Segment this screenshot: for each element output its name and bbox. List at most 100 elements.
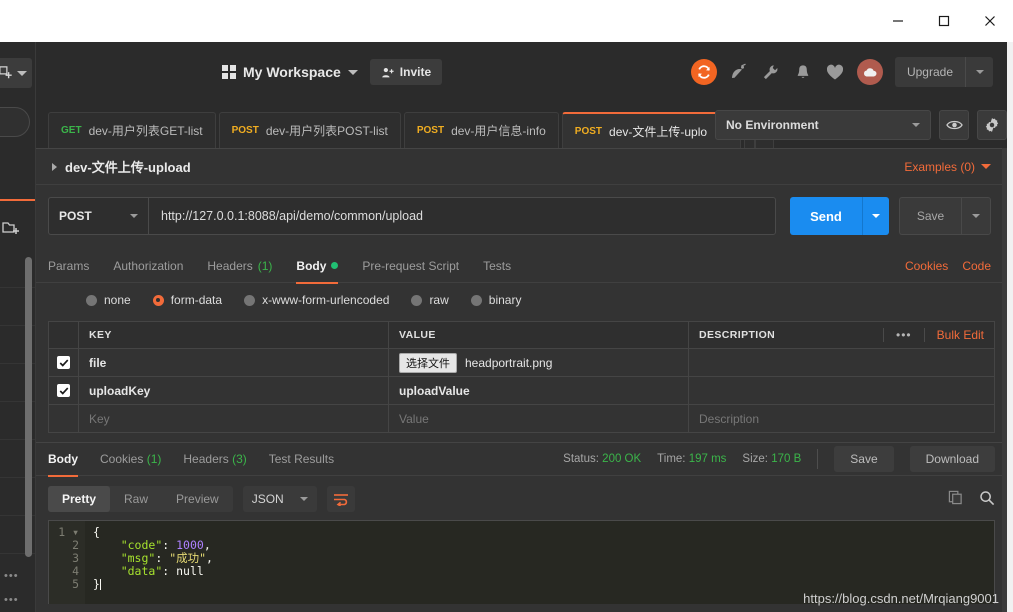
radio-icon [86,294,97,306]
tab-body[interactable]: Body [296,249,339,284]
body-type-none[interactable]: none [86,293,131,307]
chevron-right-icon[interactable] [52,162,57,171]
save-button[interactable]: Save [899,197,961,235]
new-description-input[interactable]: Description [689,405,994,432]
window-minimize-button[interactable] [875,0,921,42]
body-type-raw-label: raw [429,293,449,307]
divider [817,449,819,469]
tab-authorization[interactable]: Authorization [113,249,183,283]
tab-pre-request-script[interactable]: Pre-request Script [362,249,459,283]
response-tab-headers-label: Headers [183,452,229,466]
cookies-link[interactable]: Cookies [905,259,948,273]
response-tab-test-results[interactable]: Test Results [269,442,334,476]
environment-selected-label: No Environment [726,118,819,132]
wrench-icon[interactable] [761,62,781,82]
request-tab-2[interactable]: POST dev-用户信息-info [403,112,559,148]
row-key-cell[interactable]: file [79,349,389,376]
sidebar-item-more-1[interactable]: ••• [4,570,19,582]
checkbox-checked-icon[interactable] [57,384,70,397]
row-key-value: uploadKey [89,383,151,398]
new-caret-icon [17,70,27,76]
table-row: file 选择文件 headportrait.png [49,349,994,377]
code-line-number: 3 [72,551,79,565]
sidebar-search-input[interactable] [0,107,30,137]
url-input[interactable]: http://127.0.0.1:8088/api/demo/common/up… [148,197,776,235]
response-tab-bar: Body Cookies (1) Headers (3) Test Result… [36,442,1007,477]
view-mode-preview[interactable]: Preview [162,486,233,512]
environment-select[interactable]: No Environment [715,110,931,140]
upgrade-caret-icon[interactable] [965,57,993,87]
environment-quick-look-button[interactable] [939,110,969,140]
response-tab-headers[interactable]: Headers (3) [183,442,246,476]
new-key-input[interactable]: Key [79,405,389,432]
table-more-button[interactable]: ••• [883,328,925,342]
status-value: 200 OK [602,453,642,465]
row-checkbox-cell[interactable] [49,405,79,432]
bulk-edit-button[interactable]: Bulk Edit [925,328,984,342]
checkbox-checked-icon[interactable] [57,356,70,369]
new-button[interactable] [0,58,32,88]
main-scrollbar[interactable] [1002,148,1007,612]
send-options-button[interactable] [862,197,889,235]
tab-headers[interactable]: Headers (1) [207,249,272,283]
cloud-avatar-icon[interactable] [856,59,883,85]
language-select[interactable]: JSON [242,486,317,512]
response-format-bar: Pretty Raw Preview JSON [36,476,1007,520]
body-type-urlencoded[interactable]: x-www-form-urlencoded [244,293,389,307]
row-checkbox-cell[interactable] [49,349,79,376]
satellite-dish-icon[interactable] [729,62,749,82]
request-tab-0[interactable]: GET dev-用户列表GET-list [48,112,216,148]
app-header: My Workspace Invite Upgrade [36,42,1007,102]
invite-button[interactable]: Invite [369,59,443,85]
send-button[interactable]: Send [790,197,862,235]
tab-params-label: Params [48,258,90,273]
bell-icon[interactable] [793,62,813,82]
select-file-button[interactable]: 选择文件 [399,352,457,373]
code-link[interactable]: Code [962,259,991,273]
code-line-numbers: 1 ▾ 2 3 4 5 [49,521,85,604]
heart-icon[interactable] [825,62,845,82]
workspace-selector[interactable]: My Workspace [222,64,358,80]
tab-pre-request-script-label: Pre-request Script [362,258,460,273]
gear-icon [985,118,999,132]
response-download-button[interactable]: Download [909,446,995,472]
new-value-input[interactable]: Value [389,405,689,432]
window-close-button[interactable] [967,0,1013,42]
send-button-group: Send [790,197,889,235]
response-tab-cookies[interactable]: Cookies (1) [100,442,161,476]
row-description-cell[interactable] [689,377,994,404]
upgrade-button[interactable]: Upgrade [894,57,993,87]
tab-params[interactable]: Params [48,249,89,283]
request-tab-1[interactable]: POST dev-用户列表POST-list [218,112,401,148]
body-type-form-data[interactable]: form-data [152,293,222,307]
row-key-cell[interactable]: uploadKey [79,377,389,404]
search-button[interactable] [979,490,995,509]
response-save-button[interactable]: Save [834,446,894,472]
column-header-value: VALUE [399,329,436,341]
copy-button[interactable] [948,490,963,508]
view-mode-raw[interactable]: Raw [110,486,162,512]
word-wrap-button[interactable] [326,486,355,512]
radio-icon [470,294,482,306]
invite-label: Invite [399,65,432,79]
body-type-raw[interactable]: raw [411,293,449,307]
method-select[interactable]: POST [48,197,148,235]
sidebar-scrollbar[interactable] [25,257,32,557]
sidebar-item-more-2[interactable]: ••• [4,594,19,606]
row-value-cell[interactable]: 选择文件 headportrait.png [389,349,689,376]
examples-dropdown[interactable]: Examples (0) [904,160,991,174]
save-options-button[interactable] [961,197,991,235]
response-tab-body[interactable]: Body [48,442,78,477]
row-value-cell[interactable]: uploadValue [389,377,689,404]
tab-tests[interactable]: Tests [483,249,511,283]
settings-button[interactable] [977,110,1007,140]
radio-icon-selected [152,294,164,306]
new-collection-icon[interactable] [2,220,22,238]
row-description-cell[interactable] [689,349,994,376]
window-maximize-button[interactable] [921,0,967,42]
sync-icon[interactable] [690,59,717,85]
view-mode-pretty[interactable]: Pretty [48,486,111,512]
body-modified-dot-icon [331,262,339,269]
body-type-binary[interactable]: binary [470,293,521,307]
row-checkbox-cell[interactable] [49,377,79,404]
